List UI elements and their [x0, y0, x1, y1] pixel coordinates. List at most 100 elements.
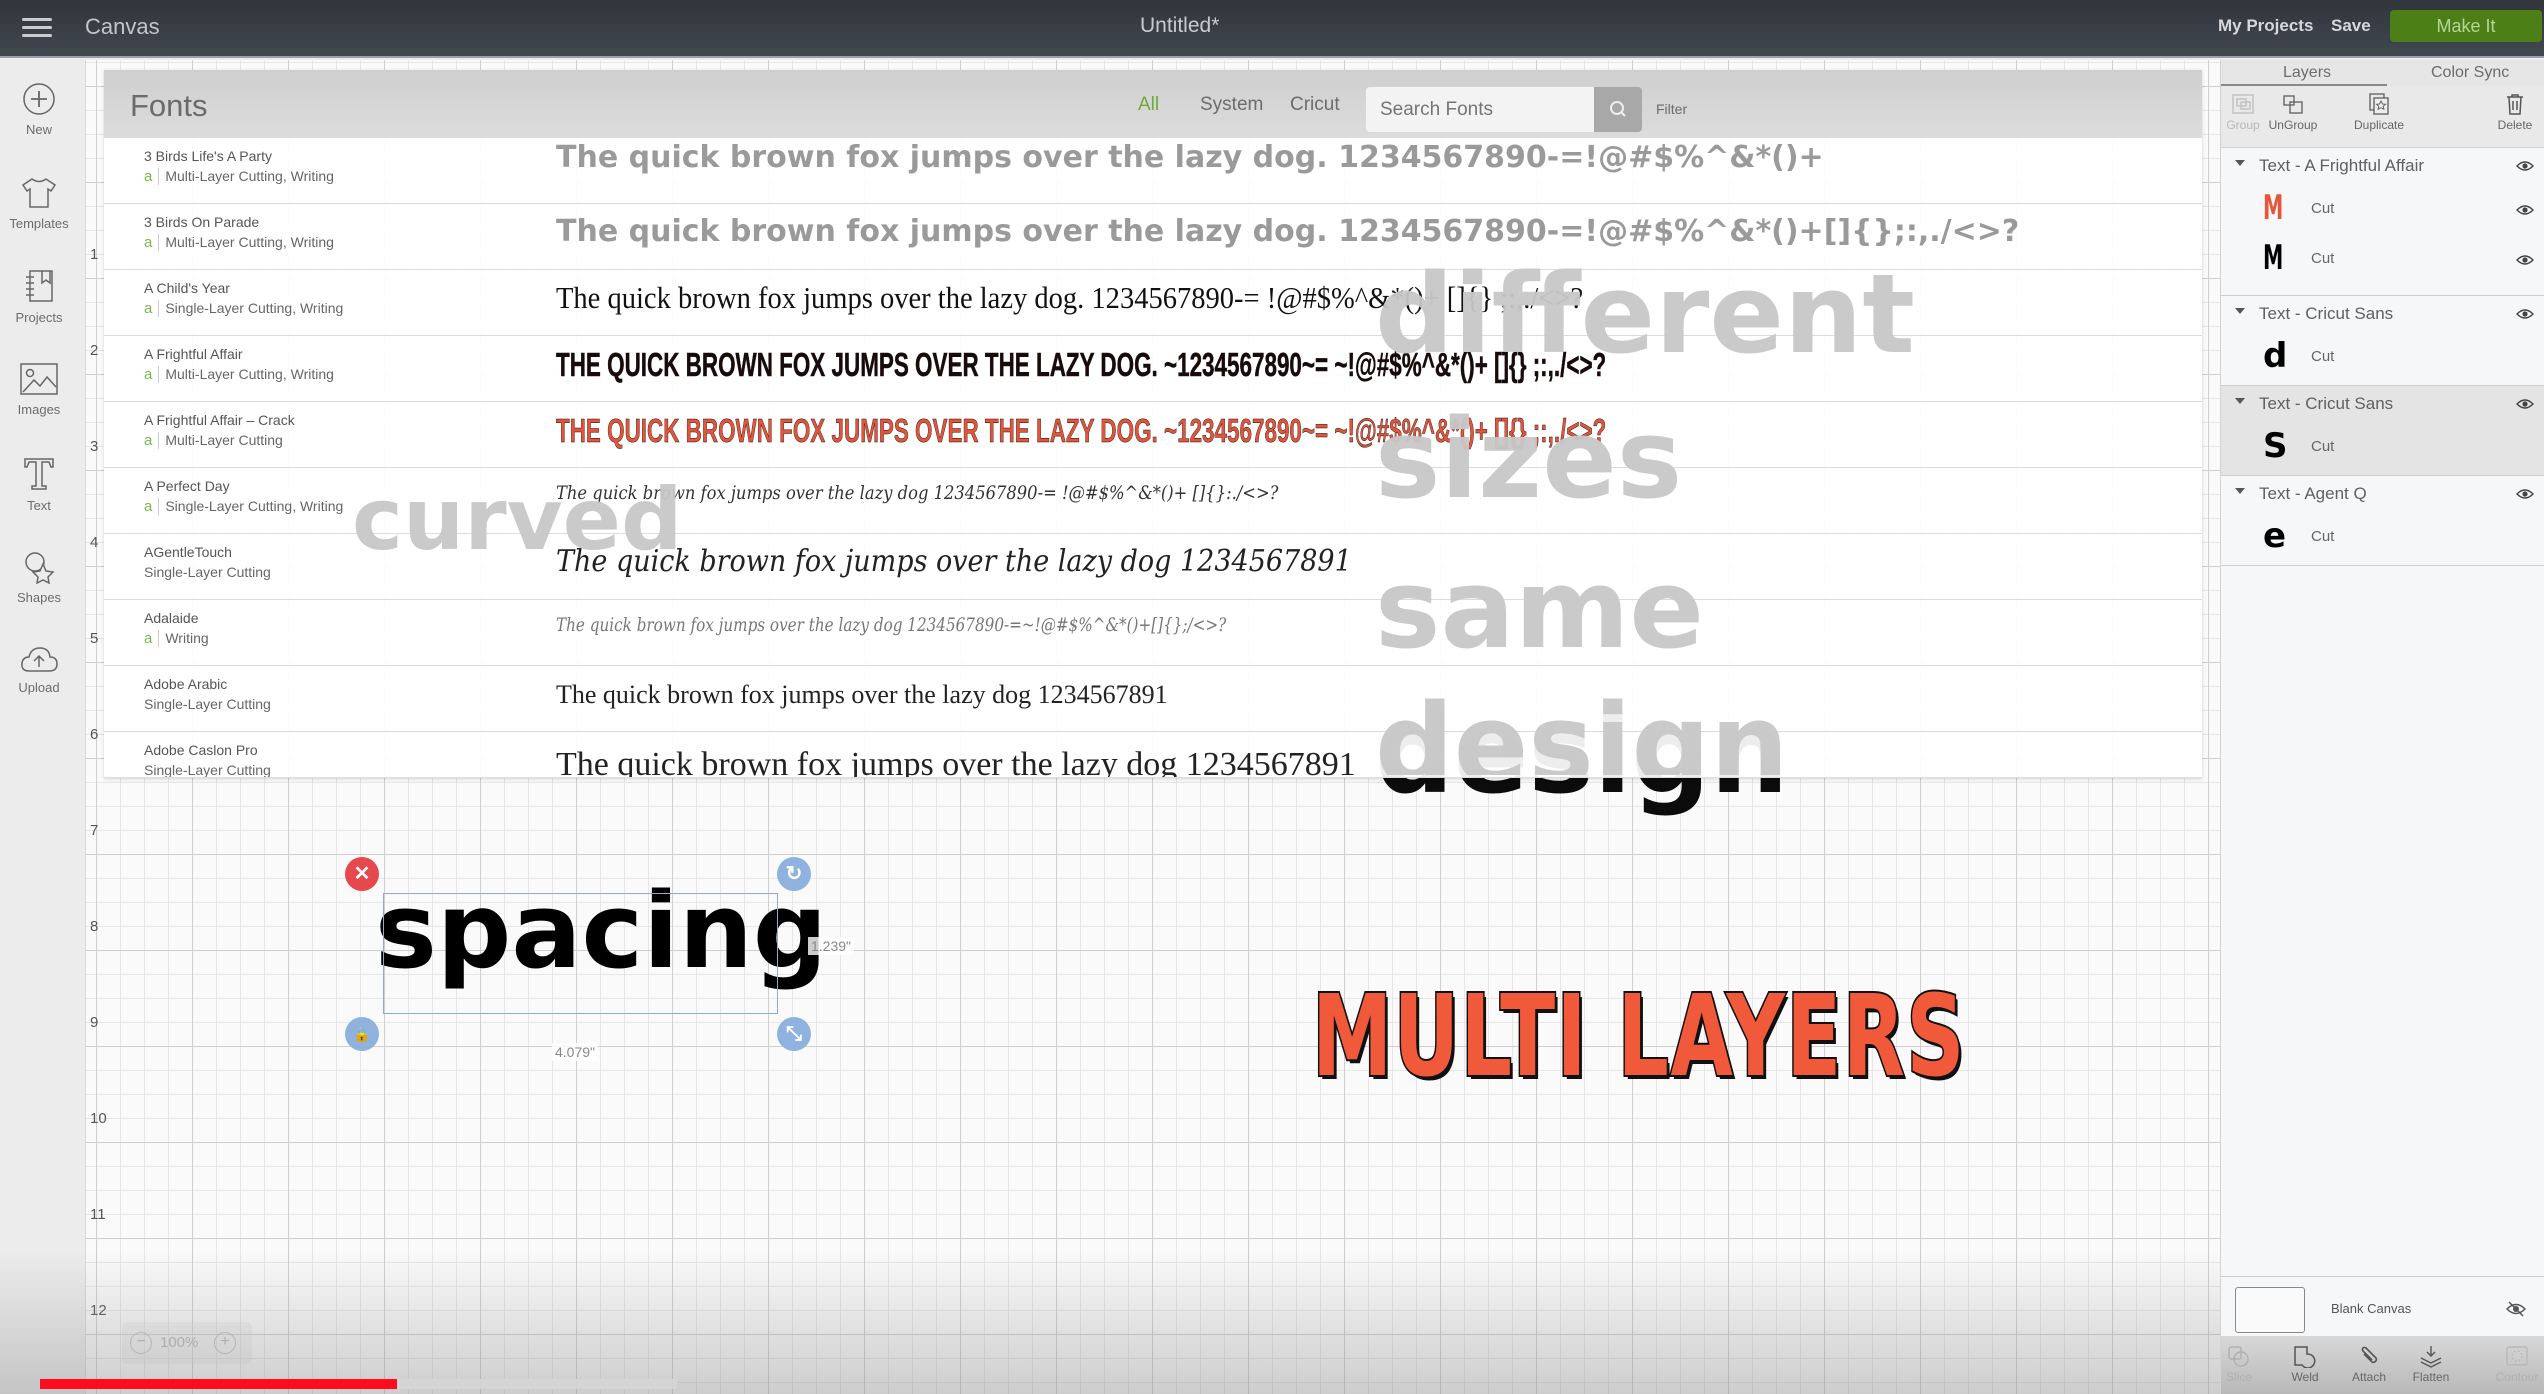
slice-button[interactable]: Slice: [2207, 1344, 2271, 1384]
collapse-triangle-icon[interactable]: [2235, 160, 2245, 166]
ungroup-button[interactable]: UnGroup: [2253, 92, 2333, 132]
layer-group-header[interactable]: Text - Cricut Sans: [2221, 386, 2544, 422]
collapse-triangle-icon[interactable]: [2235, 488, 2245, 494]
layer-item[interactable]: d Cut: [2221, 332, 2544, 382]
font-list-item[interactable]: Adobe Caslon Pro Single-Layer Cutting The …: [104, 732, 2202, 778]
delete-handle[interactable]: ✕: [345, 857, 379, 891]
shirt-icon: [21, 178, 57, 208]
flatten-button[interactable]: Flatten: [2399, 1344, 2463, 1384]
layer-group-header[interactable]: Text - Agent Q: [2221, 476, 2544, 512]
sidebar-item-upload[interactable]: Upload: [0, 644, 78, 695]
cricut-font-icon: a: [144, 366, 160, 383]
blank-canvas-row[interactable]: Blank Canvas: [2221, 1276, 2544, 1336]
font-list-item[interactable]: 3 Birds Life's A Party a Multi-Layer Cutti…: [104, 138, 2202, 204]
eye-icon[interactable]: [2516, 204, 2534, 216]
attach-button[interactable]: Attach: [2337, 1344, 2401, 1384]
sidebar-label: Text: [27, 498, 51, 513]
eye-icon[interactable]: [2516, 308, 2534, 320]
collapse-triangle-icon[interactable]: [2235, 308, 2245, 314]
zoom-out-button[interactable]: −: [130, 1332, 152, 1354]
contour-button[interactable]: Contour: [2485, 1344, 2544, 1384]
hamburger-menu-icon[interactable]: [22, 14, 54, 42]
sidebar-label: Images: [17, 402, 61, 417]
sidebar-item-projects[interactable]: Projects: [0, 268, 78, 325]
eye-icon[interactable]: [2516, 254, 2534, 266]
layer-group[interactable]: Text - Cricut Sans S Cut: [2221, 386, 2544, 476]
font-capabilities: a Multi-Layer Cutting, Writing: [144, 366, 334, 383]
layer-group[interactable]: Text - Agent Q e Cut: [2221, 476, 2544, 566]
layer-operation[interactable]: Cut: [2311, 528, 2334, 545]
font-capabilities: a Multi-Layer Cutting, Writing: [144, 234, 334, 251]
rotate-handle[interactable]: ↻: [777, 857, 811, 891]
layer-group[interactable]: Text - A Frightful Affair M Cut M Cut: [2221, 148, 2544, 296]
make-it-button[interactable]: Make It: [2390, 10, 2542, 42]
lock-handle[interactable]: 🔒: [345, 1017, 379, 1051]
video-progress-bar[interactable]: [40, 1379, 677, 1389]
layer-group[interactable]: Text - Cricut Sans d Cut: [2221, 296, 2544, 386]
layers-panel: Layers Color Sync Group UnGroup Duplicat…: [2220, 60, 2544, 1394]
layer-item[interactable]: S Cut: [2221, 422, 2544, 472]
duplicate-button[interactable]: Duplicate: [2339, 92, 2419, 132]
search-button[interactable]: [1594, 87, 1642, 132]
sidebar-item-templates[interactable]: Templates: [0, 176, 78, 231]
fonts-panel: Fonts All System Cricut Filter 3 Birds L…: [104, 70, 2202, 778]
resize-handle[interactable]: ⤡: [777, 1017, 811, 1051]
font-capabilities: Single-Layer Cutting: [144, 696, 271, 712]
layer-item[interactable]: M Cut: [2221, 184, 2544, 234]
sidebar-item-images[interactable]: Images: [0, 362, 78, 417]
tab-cricut[interactable]: Cricut: [1290, 94, 1340, 116]
weld-button[interactable]: Weld: [2273, 1344, 2337, 1384]
collapse-triangle-icon[interactable]: [2235, 398, 2245, 404]
save-button[interactable]: Save: [2331, 16, 2371, 36]
font-list-item[interactable]: Adalaide a Writing The quick brown fox jump…: [104, 600, 2202, 666]
layer-operation[interactable]: Cut: [2311, 200, 2334, 217]
different-text-object[interactable]: different: [1375, 250, 1915, 378]
sidebar-item-text[interactable]: Text: [0, 456, 78, 513]
tab-system[interactable]: System: [1200, 94, 1263, 116]
sizes-text-object[interactable]: sizes: [1375, 395, 1682, 523]
app-name: Canvas: [85, 14, 160, 39]
search-fonts-input[interactable]: [1366, 87, 1594, 132]
delete-button[interactable]: Delete: [2485, 92, 2544, 132]
same-text-object[interactable]: same: [1375, 545, 1704, 673]
eye-icon[interactable]: [2516, 398, 2534, 410]
layer-operation[interactable]: Cut: [2311, 348, 2334, 365]
font-capabilities-text: Single-Layer Cutting: [144, 564, 271, 580]
selection-box[interactable]: [383, 893, 778, 1014]
tool-label: Slice: [2225, 1370, 2252, 1384]
ruler-mark: 5: [90, 630, 99, 647]
filter-button[interactable]: Filter: [1656, 101, 1687, 117]
layer-group-header[interactable]: Text - A Frightful Affair: [2221, 148, 2544, 184]
layer-group-header[interactable]: Text - Cricut Sans: [2221, 296, 2544, 332]
sidebar-item-new[interactable]: New: [0, 82, 78, 137]
font-capabilities: a Single-Layer Cutting, Writing: [144, 498, 343, 515]
zoom-in-button[interactable]: +: [214, 1332, 236, 1354]
multi-layers-text-object[interactable]: MULTI LAYERS: [1311, 970, 1966, 1104]
eye-hidden-icon[interactable]: [2506, 1301, 2526, 1317]
resize-arrows-icon: ⤡: [786, 1023, 802, 1045]
tab-all[interactable]: All: [1138, 94, 1159, 116]
layer-operation[interactable]: Cut: [2311, 438, 2334, 455]
my-projects-link[interactable]: My Projects: [2218, 16, 2313, 36]
eye-icon[interactable]: [2516, 160, 2534, 172]
cloud-upload-icon: [21, 647, 58, 672]
font-capabilities: a Single-Layer Cutting, Writing: [144, 300, 343, 317]
curved-text-object[interactable]: curved: [352, 470, 683, 570]
layer-item[interactable]: e Cut: [2221, 512, 2544, 562]
ruler-mark: 10: [90, 1110, 107, 1127]
layer-item[interactable]: M Cut: [2221, 234, 2544, 284]
font-capabilities: a Multi-Layer Cutting, Writing: [144, 168, 334, 185]
tab-layers[interactable]: Layers: [2283, 64, 2331, 82]
tab-color-sync[interactable]: Color Sync: [2431, 64, 2509, 82]
canvas-swatch[interactable]: [2235, 1287, 2305, 1333]
font-name: AGentleTouch: [144, 544, 232, 560]
layer-group-label: Text - Cricut Sans: [2259, 304, 2394, 323]
text-t-icon: [24, 458, 54, 490]
sidebar-item-shapes[interactable]: Shapes: [0, 550, 78, 605]
eye-icon[interactable]: [2516, 488, 2534, 500]
layer-operation[interactable]: Cut: [2311, 250, 2334, 267]
font-list-item[interactable]: Adobe Arabic Single-Layer Cutting The quic…: [104, 666, 2202, 732]
font-list-item[interactable]: A Frightful Affair – Crack a Multi-Layer C…: [104, 402, 2202, 468]
search-icon: [1610, 101, 1626, 117]
lock-icon: 🔒: [353, 1026, 371, 1042]
